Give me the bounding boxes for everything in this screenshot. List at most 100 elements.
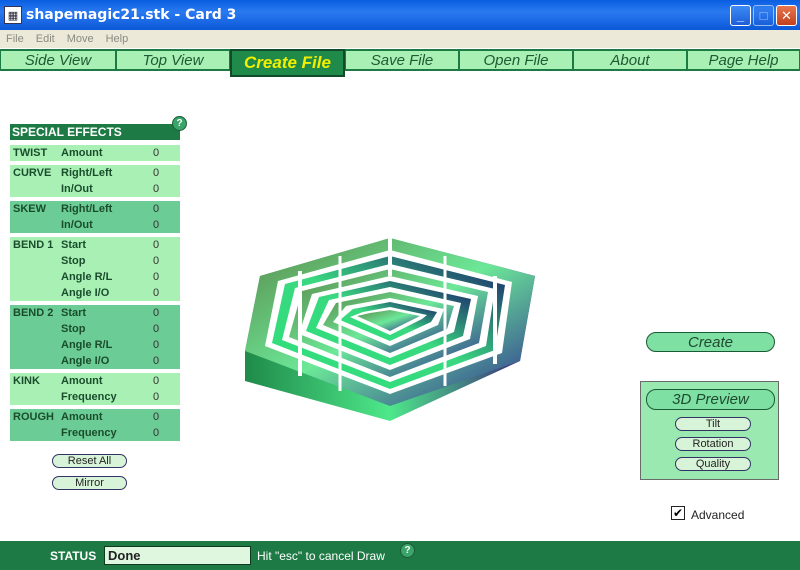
- effect-param-label: Stop: [61, 323, 86, 335]
- menu-edit[interactable]: Edit: [30, 33, 61, 45]
- shape-3d-view[interactable]: [240, 236, 540, 426]
- effect-row: In/Out 0: [10, 217, 180, 233]
- effect-param-label: Start: [61, 307, 87, 319]
- app-icon[interactable]: ▦: [4, 6, 22, 24]
- menu-help[interactable]: Help: [100, 33, 135, 45]
- effect-param-label: Stop: [61, 255, 86, 267]
- effect-row: Frequency 0: [10, 425, 180, 441]
- effect-name: TWIST: [13, 147, 48, 159]
- effect-row: Stop 0: [10, 253, 180, 269]
- effect-param-label: Angle R/L: [61, 271, 113, 283]
- effect-value[interactable]: 0: [153, 183, 159, 195]
- effect-group-twist: TWIST Amount 0: [10, 145, 180, 161]
- effect-value[interactable]: 0: [153, 271, 159, 283]
- effect-param-label: In/Out: [61, 219, 93, 231]
- status-hint: Hit "esc" to cancel Draw: [257, 549, 385, 563]
- effect-value[interactable]: 0: [153, 287, 159, 299]
- effect-row: SKEW Right/Left 0: [10, 201, 180, 217]
- effect-value[interactable]: 0: [153, 167, 159, 179]
- create-button[interactable]: Create: [646, 332, 775, 352]
- effect-param-label: Start: [61, 239, 87, 251]
- advanced-label: Advanced: [691, 508, 745, 522]
- effect-name: CURVE: [13, 167, 52, 179]
- effect-row: KINK Amount 0: [10, 373, 180, 389]
- maximize-button[interactable]: □: [753, 5, 774, 26]
- tab-about[interactable]: About: [573, 50, 687, 70]
- effect-param-label: Angle I/O: [61, 355, 110, 367]
- window-title: shapemagic21.stk - Card 3: [26, 7, 237, 23]
- effect-value[interactable]: 0: [153, 427, 159, 439]
- effect-value[interactable]: 0: [153, 147, 159, 159]
- effect-group-curve: CURVE Right/Left 0 In/Out 0: [10, 165, 180, 197]
- effect-row: Frequency 0: [10, 389, 180, 405]
- effect-param-label: Angle I/O: [61, 287, 110, 299]
- tab-top-view[interactable]: Top View: [116, 50, 230, 70]
- status-bar: STATUS Done Hit "esc" to cancel Draw ?: [0, 541, 800, 570]
- mirror-button[interactable]: Mirror: [52, 476, 127, 490]
- help-icon[interactable]: ?: [172, 116, 187, 131]
- effect-name: KINK: [13, 375, 40, 387]
- preview-panel: 3D Preview Tilt Rotation Quality: [640, 381, 779, 480]
- effect-name: BEND 2: [13, 307, 54, 319]
- effect-value[interactable]: 0: [153, 255, 159, 267]
- effect-value[interactable]: 0: [153, 391, 159, 403]
- effect-param-label: Angle R/L: [61, 339, 113, 351]
- effect-row: Angle I/O 0: [10, 353, 180, 369]
- tab-create-file[interactable]: Create File: [230, 49, 345, 77]
- menu-bar: File Edit Move Help: [0, 30, 800, 48]
- effect-param-label: Right/Left: [61, 167, 113, 179]
- effect-param-label: Amount: [61, 147, 103, 159]
- effect-value[interactable]: 0: [153, 203, 159, 215]
- effect-group-bend-1: BEND 1 Start 0 Stop 0 Angle R/L 0 Angle …: [10, 237, 180, 301]
- tab-open-file[interactable]: Open File: [459, 50, 573, 70]
- effect-row: Angle I/O 0: [10, 285, 180, 301]
- quality-button[interactable]: Quality: [675, 457, 751, 471]
- tab-side-view[interactable]: Side View: [0, 50, 116, 70]
- effect-param-label: Frequency: [61, 427, 117, 439]
- minimize-button[interactable]: _: [730, 5, 751, 26]
- effect-param-label: Right/Left: [61, 203, 113, 215]
- close-button[interactable]: ✕: [776, 5, 797, 26]
- title-bar: ▦ shapemagic21.stk - Card 3 _ □ ✕: [0, 0, 800, 30]
- effect-value[interactable]: 0: [153, 239, 159, 251]
- effect-value[interactable]: 0: [153, 339, 159, 351]
- effect-group-bend-2: BEND 2 Start 0 Stop 0 Angle R/L 0 Angle …: [10, 305, 180, 369]
- effect-param-label: Frequency: [61, 391, 117, 403]
- advanced-checkbox[interactable]: ✔: [671, 506, 685, 520]
- effect-row: TWIST Amount 0: [10, 145, 180, 161]
- preview-title-button[interactable]: 3D Preview: [646, 389, 775, 410]
- effect-value[interactable]: 0: [153, 411, 159, 423]
- rotation-button[interactable]: Rotation: [675, 437, 751, 451]
- effect-row: Stop 0: [10, 321, 180, 337]
- effect-group-rough: ROUGH Amount 0 Frequency 0: [10, 409, 180, 441]
- effect-value[interactable]: 0: [153, 323, 159, 335]
- effect-name: SKEW: [13, 203, 46, 215]
- menu-move[interactable]: Move: [61, 33, 100, 45]
- effect-row: BEND 1 Start 0: [10, 237, 180, 253]
- effect-name: BEND 1: [13, 239, 54, 251]
- tab-save-file[interactable]: Save File: [345, 50, 459, 70]
- effect-row: In/Out 0: [10, 181, 180, 197]
- status-help-icon[interactable]: ?: [400, 543, 415, 558]
- effect-param-label: In/Out: [61, 183, 93, 195]
- reset-all-button[interactable]: Reset All: [52, 454, 127, 468]
- effect-param-label: Amount: [61, 411, 103, 423]
- effect-row: CURVE Right/Left 0: [10, 165, 180, 181]
- status-label: STATUS: [50, 549, 97, 563]
- menu-file[interactable]: File: [0, 33, 30, 45]
- effect-row: Angle R/L 0: [10, 337, 180, 353]
- window-controls: _ □ ✕: [730, 5, 797, 26]
- effect-group-skew: SKEW Right/Left 0 In/Out 0: [10, 201, 180, 233]
- effect-param-label: Amount: [61, 375, 103, 387]
- effect-row: Angle R/L 0: [10, 269, 180, 285]
- effect-value[interactable]: 0: [153, 219, 159, 231]
- effect-row: ROUGH Amount 0: [10, 409, 180, 425]
- effect-value[interactable]: 0: [153, 355, 159, 367]
- effect-value[interactable]: 0: [153, 307, 159, 319]
- tab-page-help[interactable]: Page Help: [687, 50, 800, 70]
- effect-row: BEND 2 Start 0: [10, 305, 180, 321]
- effect-value[interactable]: 0: [153, 375, 159, 387]
- special-effects-header: SPECIAL EFFECTS: [10, 124, 180, 140]
- effect-name: ROUGH: [13, 411, 54, 423]
- tilt-button[interactable]: Tilt: [675, 417, 751, 431]
